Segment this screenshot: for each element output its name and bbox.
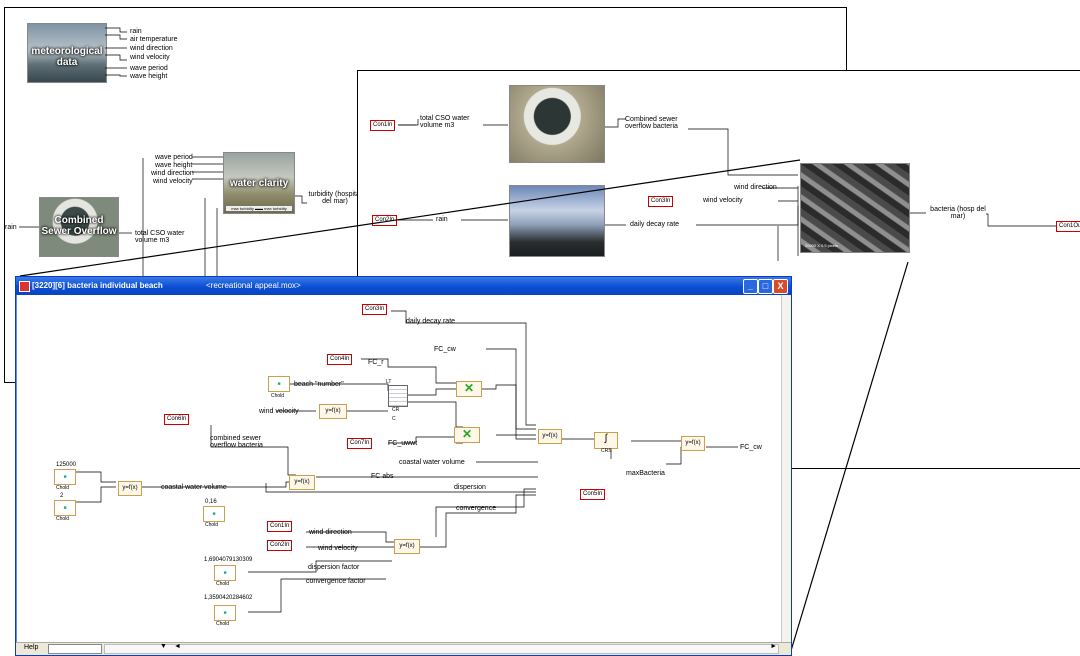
daily-decay-label: daily decay rate [406,318,456,325]
horizontal-scrollbar[interactable] [104,644,779,654]
constant-125000[interactable]: ■ [54,469,76,485]
constant-convergence-label: Chold [216,621,230,627]
dispersion-factor-label: dispersion factor [308,564,360,571]
constant-2-label: Chold [56,516,70,522]
fc-uwwt-label: FC_uwwt [388,440,418,447]
cr-port-label: CR [392,407,400,413]
con7in-port[interactable]: Con7In [347,438,373,449]
model-window[interactable]: [3220][6] bacteria individual beach <rec… [15,276,792,656]
status-bar: Help ▼ ◄ ► [16,642,791,655]
wind-velocity-input-label: wind velocity [259,408,299,415]
integral-block[interactable]: ∫ [594,432,618,449]
help-label: Help [24,644,39,651]
wind-direction-input-label: wind direction [309,529,352,536]
multiply-block-1[interactable]: ✕ [456,381,482,397]
con3in-port[interactable]: Con3In [362,304,388,315]
lt-port-label: LT [386,379,392,385]
yfx-block-dispersion[interactable]: y=f(x) [394,539,420,554]
beach-number-constant-label: Chold [271,393,285,399]
yfx-block-output[interactable]: y=f(x) [681,436,705,451]
constant-016[interactable]: ■ [203,506,225,522]
convergence-factor-label: convergence factor [306,578,366,585]
diagram-connectors [71,310,738,613]
constant-016-label: Chold [205,522,219,528]
crs-label: CRS [601,448,612,454]
dispersion-label: dispersion [454,484,486,491]
constant-value-dispersion: 1,6904079130309 [204,557,253,563]
lookup-table-block[interactable] [388,385,408,407]
yfx-block-fc-abs[interactable]: y=f(x) [289,475,315,490]
vertical-scrollbar[interactable] [781,295,791,643]
fc-cw-output-label: FC_cw [740,444,762,451]
multiply-block-2[interactable]: ✕ [454,427,480,443]
con6in-port[interactable]: Con6In [164,414,190,425]
con5in-port[interactable]: Con5In [580,489,606,500]
dropdown-arrow-icon[interactable]: ▼ [160,643,167,650]
wind-velocity-input-label-2: wind velocity [318,545,358,552]
fc-abs-label: FC abs [371,473,394,480]
c-port-label: C [392,416,396,422]
constant-125000-label: Chold [56,485,70,491]
scroll-left-icon[interactable]: ◄ [174,643,181,650]
yfx-block-main[interactable]: y=f(x) [538,429,562,444]
fc-r-label: FC_r [368,359,384,366]
beach-number-constant[interactable]: ■ [268,376,290,392]
con1in-port[interactable]: Con1In [267,521,293,532]
constant-2[interactable]: ■ [54,500,76,516]
yfx-block-volume[interactable]: y=f(x) [118,481,142,496]
status-field[interactable] [48,644,102,654]
scroll-right-icon[interactable]: ► [770,643,777,650]
con2in-port[interactable]: Con2In [267,540,293,551]
combined-sewer-label: combined sewer overflow bacteria [210,435,263,449]
constant-dispersion-label: Chold [216,581,230,587]
constant-value-2: 2 [60,493,64,499]
constant-convergence[interactable]: ■ [214,605,236,621]
constant-value-016: 0,16 [205,499,217,505]
coastal-water-volume-input-label: coastal water volume [399,459,465,466]
constant-value-125000: 125000 [56,462,77,468]
fc-cw-input-label: FC_cw [434,346,456,353]
yfx-block-1[interactable]: y=f(x) [319,404,347,419]
convergence-label: convergence [456,505,497,512]
beach-number-label: beach "number" [294,381,344,388]
coastal-water-volume-label: coastal water volume [161,484,227,491]
constant-value-convergence: 1,3590420284602 [204,595,253,601]
con4in-port[interactable]: Con4In [327,354,353,365]
constant-dispersion[interactable]: ■ [214,565,236,581]
max-bacteria-label: maxBacteria [626,470,665,477]
